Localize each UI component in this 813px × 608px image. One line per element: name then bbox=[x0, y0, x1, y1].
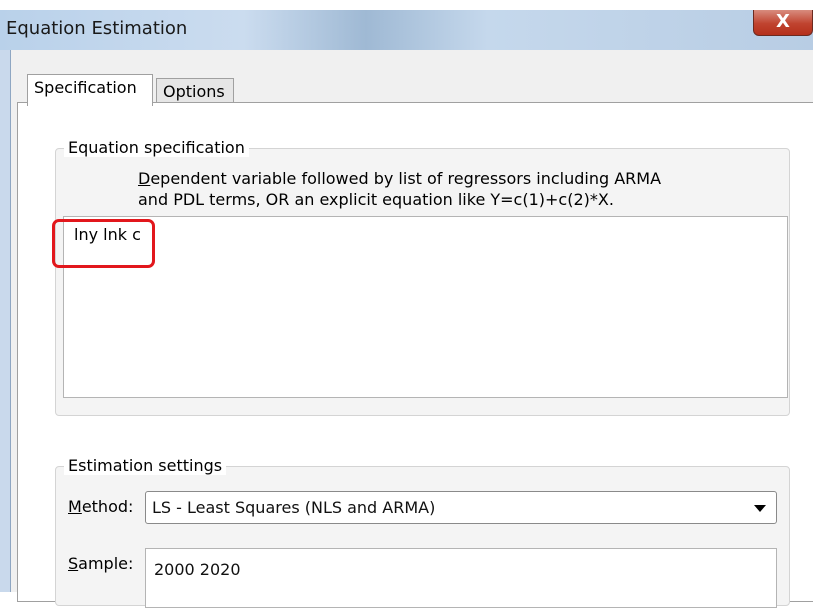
desc-line1: ependent variable followed by list of re… bbox=[150, 169, 662, 188]
window-frame bbox=[0, 50, 10, 592]
desc-mnemonic: D bbox=[138, 169, 151, 188]
sample-label: Sample: bbox=[68, 554, 133, 573]
desc-line2: and PDL terms, OR an explicit equation l… bbox=[138, 190, 614, 209]
equation-input[interactable]: lny lnk c bbox=[63, 216, 788, 398]
method-value: LS - Least Squares (NLS and ARMA) bbox=[152, 498, 436, 517]
tab-specification-label: Specification bbox=[34, 78, 137, 97]
sample-label-text: ample: bbox=[78, 554, 134, 573]
equation-estimation-dialog: Equation Estimation X Specification Opti… bbox=[0, 10, 813, 608]
method-label: Method: bbox=[68, 497, 133, 516]
title-bar[interactable]: Equation Estimation X bbox=[0, 10, 813, 50]
tab-options-label: Options bbox=[163, 82, 225, 101]
method-dropdown[interactable]: LS - Least Squares (NLS and ARMA) bbox=[145, 491, 777, 524]
close-button[interactable]: X bbox=[753, 10, 813, 36]
close-icon: X bbox=[776, 11, 790, 32]
sample-mnemonic: S bbox=[68, 554, 79, 573]
chevron-down-icon[interactable] bbox=[754, 505, 766, 512]
estimation-settings-label: Estimation settings bbox=[64, 456, 227, 475]
window-title: Equation Estimation bbox=[6, 18, 188, 39]
sample-value: 2000 2020 bbox=[154, 560, 241, 579]
highlight-annotation bbox=[52, 219, 155, 268]
equation-description: Dependent variable followed by list of r… bbox=[138, 168, 661, 210]
tab-specification[interactable]: Specification bbox=[27, 74, 153, 106]
method-label-text: ethod: bbox=[81, 497, 134, 516]
sample-input[interactable]: 2000 2020 bbox=[145, 548, 777, 608]
equation-specification-label: Equation specification bbox=[64, 138, 249, 157]
method-mnemonic: M bbox=[68, 497, 82, 516]
